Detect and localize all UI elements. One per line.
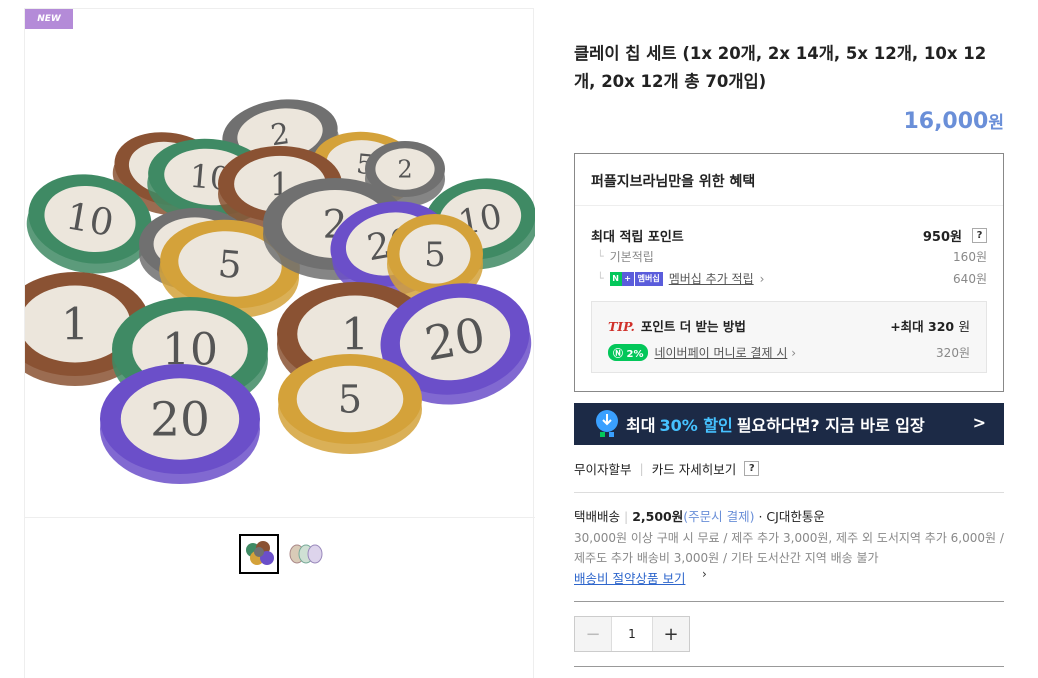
quantity-minus-button[interactable]: − — [575, 617, 611, 651]
svg-text:2: 2 — [397, 155, 412, 183]
naver-plus-membership-icon: N + 멤버십 — [609, 271, 663, 286]
product-title: 클레이 칩 세트 (1x 20개, 2x 14개, 5x 12개, 10x 12… — [574, 44, 987, 91]
base-points-label: 기본적립 — [609, 250, 654, 264]
max-points-help-icon[interactable]: ? — [972, 228, 987, 243]
svg-text:5: 5 — [216, 242, 243, 287]
chevron-right-icon: › — [702, 567, 707, 581]
chip-5-17: 5 — [278, 354, 422, 454]
tip-max-prefix: +최대 — [890, 319, 924, 334]
npay-row: Ⓝ 2% 네이버페이 머니로 결제 시 › 320원 — [608, 344, 970, 361]
card-details-link[interactable]: 카드 자세히보기 — [652, 459, 736, 478]
chevron-right-icon: > — [972, 413, 986, 432]
shipping-carrier: · CJ대한통운 — [758, 509, 825, 524]
thumbnail-1[interactable] — [239, 534, 279, 574]
svg-text:5: 5 — [424, 235, 446, 275]
tip-max-value: 320 — [928, 319, 955, 334]
base-points-row: └ 기본적립 160원 — [591, 248, 987, 265]
tree-branch-icon: └ — [597, 250, 604, 263]
price-value: 16,000 — [903, 109, 989, 134]
shipping-row: 택배배송 | 2,500원(주문시 결제) · CJ대한통운 — [574, 506, 1004, 525]
max-points-value: 950원 — [922, 230, 962, 245]
chip-20-18: 20 — [100, 364, 260, 484]
quantity-stepper: − 1 + — [574, 616, 690, 652]
max-points-row: 최대 적립 포인트 950원 ? — [591, 226, 987, 245]
product-price: 16,000원 — [903, 108, 1004, 134]
discount-banner[interactable]: 최대 30% 할인 필요하다면? 지금 바로 입장 > — [574, 403, 1004, 445]
svg-text:1: 1 — [61, 300, 89, 351]
download-icon — [596, 410, 618, 437]
product-main-image[interactable]: 21521011010252205112010520 — [25, 69, 535, 509]
new-badge: NEW — [25, 9, 73, 29]
chevron-right-icon: › — [759, 271, 765, 286]
svg-text:20: 20 — [150, 393, 210, 448]
thumbnail-divider — [25, 517, 535, 518]
membership-points-row: └ N + 멤버십 멤버십 추가 적립 › 640원 — [591, 270, 987, 287]
chevron-right-icon: › — [791, 346, 796, 360]
tree-branch-icon: └ — [597, 272, 604, 285]
shipping-fee: 2,500원 — [632, 509, 684, 524]
quantity-input[interactable]: 1 — [611, 617, 653, 651]
product-image-panel: NEW 21521011010252205112010520 — [24, 8, 535, 678]
shipping-saving-link[interactable]: 배송비 절약상품 보기 — [574, 568, 685, 587]
npay-value: 320원 — [936, 346, 970, 360]
installment-label: 무이자할부 — [574, 462, 632, 477]
divider: | — [624, 509, 629, 524]
card-help-icon[interactable]: ? — [744, 461, 760, 476]
svg-text:20: 20 — [421, 308, 489, 373]
divider — [574, 492, 1004, 493]
thumbnail-2-image — [289, 544, 323, 564]
price-currency: 원 — [988, 113, 1004, 133]
banner-pre: 최대 — [626, 416, 656, 435]
svg-text:1: 1 — [341, 310, 369, 361]
npay-money-link[interactable]: 네이버페이 머니로 결제 시 — [654, 346, 787, 360]
tip-text: 포인트 더 받는 방법 — [640, 319, 746, 334]
quantity-plus-button[interactable]: + — [653, 617, 689, 651]
shipping-method: 택배배송 — [574, 509, 621, 524]
thumbnail-2[interactable] — [285, 534, 325, 574]
divider — [574, 666, 1004, 667]
base-points-value: 160원 — [953, 250, 987, 264]
benefit-box: 퍼플지브라님만을 위한 혜택 최대 적립 포인트 950원 ? └ 기본적립 16… — [574, 153, 1004, 392]
tip-box: TIP. 포인트 더 받는 방법 +최대 320 원 Ⓝ 2% 네이버페이 머니로 … — [591, 301, 987, 373]
banner-post: 필요하다면? 지금 바로 입장 — [736, 416, 925, 435]
payment-row: 무이자할부 | 카드 자세히보기 ? — [574, 459, 760, 478]
banner-highlight: 30% 할인 — [659, 416, 733, 435]
benefit-header: 퍼플지브라님만을 위한 혜택 — [575, 154, 1003, 206]
divider: | — [639, 461, 644, 476]
tip-label: TIP. — [608, 319, 635, 334]
shipping-note: 30,000원 이상 구매 시 무료 / 제주 추가 3,000원, 제주 외 … — [574, 531, 1004, 565]
thumbnail-strip — [239, 534, 325, 574]
max-points-label: 최대 적립 포인트 — [591, 230, 684, 245]
membership-points-link[interactable]: 멤버십 추가 적립 — [669, 270, 754, 287]
thumbnail-1-image — [246, 541, 274, 565]
membership-points-value: 640원 — [953, 272, 987, 286]
shipping-fee-note: (주문시 결제) — [683, 509, 755, 524]
svg-text:10: 10 — [63, 194, 117, 245]
npay-percent-badge: Ⓝ 2% — [608, 344, 649, 361]
svg-text:5: 5 — [338, 378, 362, 422]
tip-max-unit: 원 — [958, 319, 970, 334]
tip-row: TIP. 포인트 더 받는 방법 +최대 320 원 — [608, 316, 970, 335]
divider — [574, 601, 1004, 602]
